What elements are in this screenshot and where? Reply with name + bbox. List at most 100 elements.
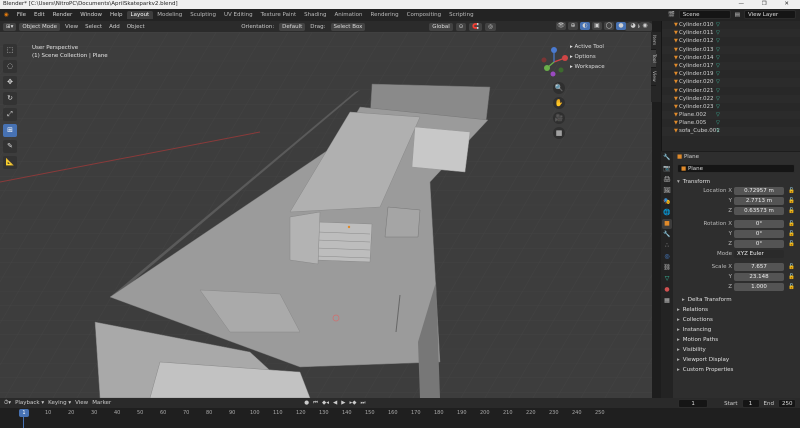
tab-uv-editing[interactable]: UV Editing — [220, 11, 257, 19]
blender-logo-icon[interactable]: ◉ — [0, 12, 13, 18]
overlay-icon[interactable]: ◐ — [580, 22, 590, 30]
menu-render[interactable]: Render — [49, 12, 77, 18]
outliner-row[interactable]: ▼ sofa_Cube.001 ▽ — [662, 127, 800, 136]
menu-select[interactable]: Select — [83, 24, 104, 30]
grid-view-icon[interactable]: ▦ — [553, 127, 565, 139]
world-props-icon[interactable]: 🌐 — [662, 208, 672, 218]
xray-icon[interactable]: ▣ — [592, 22, 602, 30]
cursor-tool-icon[interactable]: ◌ — [3, 60, 17, 73]
tab-texture-paint[interactable]: Texture Paint — [257, 11, 301, 19]
move-tool-icon[interactable]: ✥ — [3, 76, 17, 89]
record-icon[interactable]: ● — [304, 400, 309, 406]
transform-tool-icon[interactable]: ⊞ — [3, 124, 17, 137]
lock-icon[interactable]: 🔓 — [788, 230, 795, 239]
outliner-row[interactable]: ▼ Cylinder.017 ▽ — [662, 61, 800, 71]
menu-edit[interactable]: Edit — [30, 12, 49, 18]
location-x-field[interactable]: 0.72957 m — [734, 187, 784, 195]
orientation-select[interactable]: Default — [279, 22, 306, 31]
zoom-icon[interactable]: 🔍 — [553, 82, 565, 94]
menu-object[interactable]: Object — [125, 24, 147, 30]
menu-playback[interactable]: Playback ▾ — [15, 400, 44, 406]
outliner-row[interactable]: ▼ Cylinder.014 ▽ — [662, 54, 800, 62]
menu-file[interactable]: File — [13, 12, 30, 18]
wireframe-shading-icon[interactable]: ◯ — [604, 22, 614, 30]
drag-select[interactable]: Select Box — [330, 22, 366, 31]
jump-end-icon[interactable]: ⏭ — [360, 400, 365, 407]
menu-add[interactable]: Add — [107, 24, 122, 30]
delta-transform-header[interactable]: ▸ Delta Transform — [674, 295, 800, 305]
scene-props-icon[interactable]: 🎭 — [662, 197, 672, 207]
gizmo-icon[interactable]: ⊕ — [568, 22, 578, 30]
tab-scripting[interactable]: Scripting — [445, 11, 477, 19]
object-mode-select[interactable]: Object Mode — [19, 22, 61, 31]
view-layer-field[interactable]: View Layer — [744, 10, 796, 19]
location-z-field[interactable]: 0.63573 m — [734, 207, 784, 215]
start-frame-field[interactable]: 1 — [741, 399, 760, 408]
lock-icon[interactable]: 🔓 — [788, 197, 795, 206]
relations-header[interactable]: ▸ Relations — [674, 305, 800, 315]
snap-icon[interactable]: 🧲 — [469, 22, 483, 31]
lock-icon[interactable]: 🔓 — [788, 220, 795, 229]
play-icon[interactable]: ▶ — [341, 400, 345, 406]
tool-props-icon[interactable]: 🔧 — [662, 153, 672, 163]
lock-icon[interactable]: 🔓 — [788, 187, 795, 196]
tab-tool[interactable]: Tool — [651, 50, 656, 68]
visibility-icon[interactable]: 👁 — [556, 22, 566, 30]
visibility-header[interactable]: ▸ Visibility — [674, 345, 800, 355]
jump-start-icon[interactable]: ⏮ — [313, 400, 318, 407]
collections-header[interactable]: ▸ Collections — [674, 315, 800, 325]
tab-view[interactable]: View — [651, 68, 656, 86]
transform-panel-header[interactable]: ▾ Transform — [674, 177, 800, 187]
custom-properties-header[interactable]: ▸ Custom Properties — [674, 365, 800, 375]
scale-y-field[interactable]: 23.148 — [734, 273, 784, 281]
instancing-header[interactable]: ▸ Instancing — [674, 325, 800, 335]
prev-keyframe-icon[interactable]: ◆◂ — [322, 400, 329, 406]
tab-shading[interactable]: Shading — [300, 11, 330, 19]
menu-window[interactable]: Window — [76, 12, 106, 18]
window-controls[interactable]: — ❐ ✕ — [738, 0, 797, 9]
outliner-row[interactable]: ▼ Cylinder.020 ▽ — [662, 78, 800, 87]
tab-item[interactable]: Item — [651, 32, 656, 50]
menu-keying[interactable]: Keying ▾ — [48, 400, 71, 406]
outliner-row[interactable]: ▼ Plane.002 ▽ — [662, 111, 800, 120]
lock-icon[interactable]: 🔓 — [788, 283, 795, 292]
tab-modeling[interactable]: Modeling — [153, 11, 186, 19]
select-box-tool-icon[interactable]: ⬚ — [3, 44, 17, 57]
measure-tool-icon[interactable]: 📐 — [3, 156, 17, 169]
transform-orientation-select[interactable]: Global — [429, 22, 453, 31]
tab-animation[interactable]: Animation — [330, 11, 366, 19]
panel-options[interactable]: ▸ Options — [570, 52, 605, 62]
scale-x-field[interactable]: 7.657 — [734, 263, 784, 271]
outliner-row[interactable]: ▼ Cylinder.010 ▽ — [662, 21, 800, 29]
constraints-props-icon[interactable]: ⛓ — [662, 263, 672, 273]
object-props-icon[interactable]: ■ — [662, 219, 672, 229]
outliner-row[interactable]: ▼ Cylinder.011 ▽ — [662, 29, 800, 38]
view-layer-props-icon[interactable]: 🖼 — [662, 186, 672, 196]
panel-active-tool[interactable]: ▸ Active Tool — [570, 42, 605, 52]
outliner-row[interactable]: ▼ Cylinder.019 ▽ — [662, 70, 800, 78]
lock-icon[interactable]: 🔓 — [788, 207, 795, 216]
next-keyframe-icon[interactable]: ▸◆ — [349, 400, 356, 406]
timeline-editor-icon[interactable]: ⏱▾ — [4, 400, 11, 407]
proportional-edit-icon[interactable]: ◎ — [485, 22, 497, 31]
end-frame-field[interactable]: 250 — [778, 399, 796, 408]
tab-layout[interactable]: Layout — [126, 11, 154, 19]
tab-compositing[interactable]: Compositing — [403, 11, 445, 19]
viewport-display-header[interactable]: ▸ Viewport Display — [674, 355, 800, 365]
menu-view[interactable]: View — [63, 24, 80, 30]
rotate-tool-icon[interactable]: ↻ — [3, 92, 17, 105]
panel-workspace[interactable]: ▸ Workspace — [570, 62, 605, 72]
menu-help[interactable]: Help — [106, 12, 127, 18]
tab-sculpting[interactable]: Sculpting — [186, 11, 220, 19]
timeline-ruler[interactable]: 1 10 20 30 40 50 60 70 80 90 100 110 120… — [0, 408, 800, 428]
annotate-tool-icon[interactable]: ✎ — [3, 140, 17, 153]
menu-view[interactable]: View — [75, 400, 88, 406]
current-frame-field[interactable]: 1 — [678, 399, 709, 408]
play-reverse-icon[interactable]: ◀ — [333, 400, 337, 406]
playhead[interactable]: 1 — [19, 409, 29, 417]
outliner-row[interactable]: ▼ Cylinder.022 ▽ — [662, 94, 800, 103]
lock-icon[interactable]: 🔓 — [788, 273, 795, 282]
scene-icon[interactable]: 🎬 — [668, 12, 675, 18]
modifier-props-icon[interactable]: 🔧 — [662, 230, 672, 240]
texture-props-icon[interactable]: ▦ — [662, 296, 672, 306]
